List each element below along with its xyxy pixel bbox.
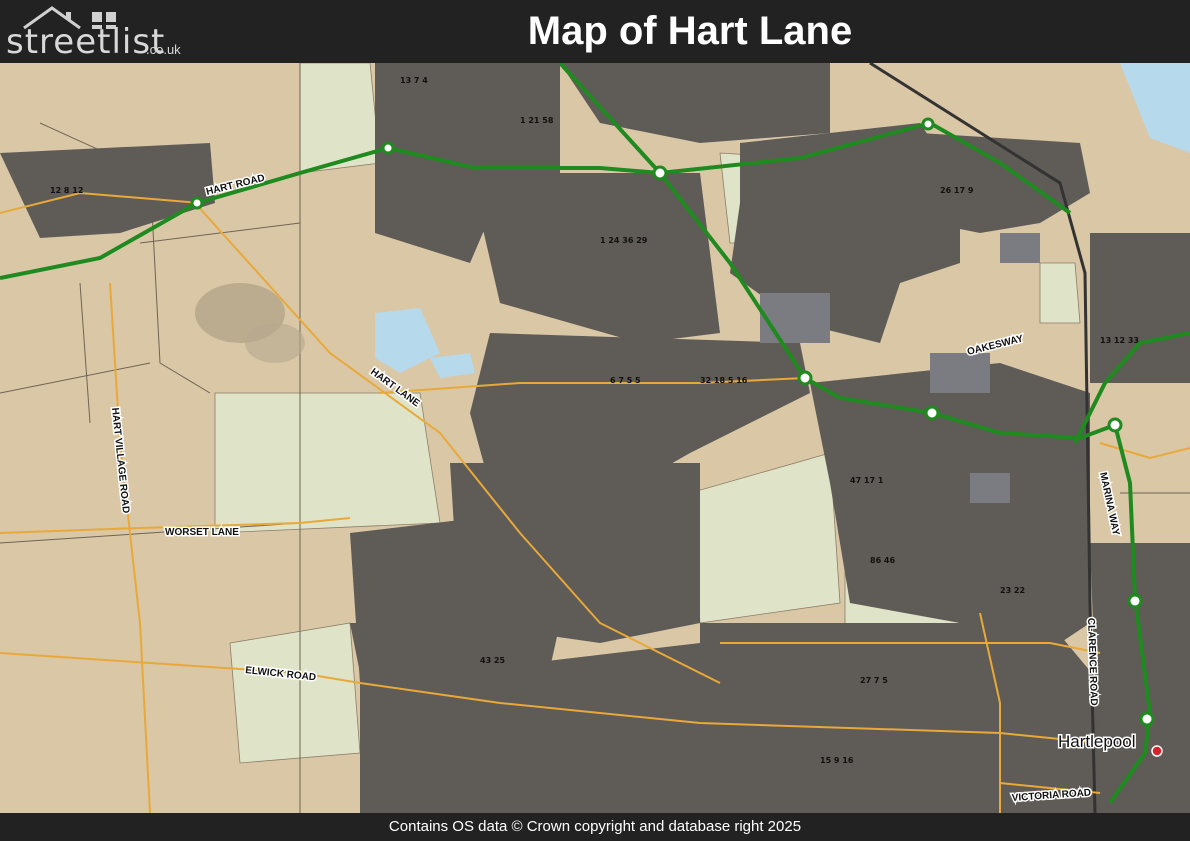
- svg-text:13 7 4: 13 7 4: [400, 76, 428, 85]
- streetlist-logo[interactable]: streetlist .co.uk: [6, 4, 186, 62]
- road-label-worset-lane: WORSET LANE: [165, 527, 239, 538]
- svg-text:12 8 12: 12 8 12: [50, 186, 83, 195]
- map-page: streetlist .co.uk Map of Hart Lane 13 7 …: [0, 0, 1190, 841]
- logo-domain-suffix: .co.uk: [146, 42, 181, 57]
- svg-text:47 17 1: 47 17 1: [850, 476, 884, 485]
- page-title: Map of Hart Lane: [527, 9, 853, 53]
- logo-wordmark: streetlist: [6, 22, 166, 62]
- svg-text:86 46: 86 46: [870, 556, 895, 565]
- svg-text:6 7 5 5: 6 7 5 5: [610, 376, 641, 385]
- street-map[interactable]: 13 7 4 1 21 58 1 24 36 29 6 7 5 5 32 18 …: [0, 63, 1190, 813]
- svg-text:15 9 16: 15 9 16: [820, 756, 854, 765]
- header-bar: streetlist .co.uk Map of Hart Lane: [0, 0, 1190, 63]
- location-marker-icon[interactable]: [1151, 745, 1163, 757]
- attribution-footer: Contains OS data © Crown copyright and d…: [0, 813, 1190, 841]
- svg-text:32 18 5 16: 32 18 5 16: [700, 376, 748, 385]
- svg-text:1 21 58: 1 21 58: [520, 116, 554, 125]
- place-label-hartlepool: Hartlepool: [1058, 732, 1136, 751]
- svg-text:43 25: 43 25: [480, 656, 505, 665]
- map-canvas[interactable]: 13 7 4 1 21 58 1 24 36 29 6 7 5 5 32 18 …: [0, 63, 1190, 813]
- svg-text:13 12 33: 13 12 33: [1100, 336, 1139, 345]
- hill-shade: [245, 323, 305, 363]
- svg-text:26 17 9: 26 17 9: [940, 186, 974, 195]
- svg-text:1 24 36 29: 1 24 36 29: [600, 236, 648, 245]
- svg-text:23 22: 23 22: [1000, 586, 1025, 595]
- svg-text:27 7 5: 27 7 5: [860, 676, 888, 685]
